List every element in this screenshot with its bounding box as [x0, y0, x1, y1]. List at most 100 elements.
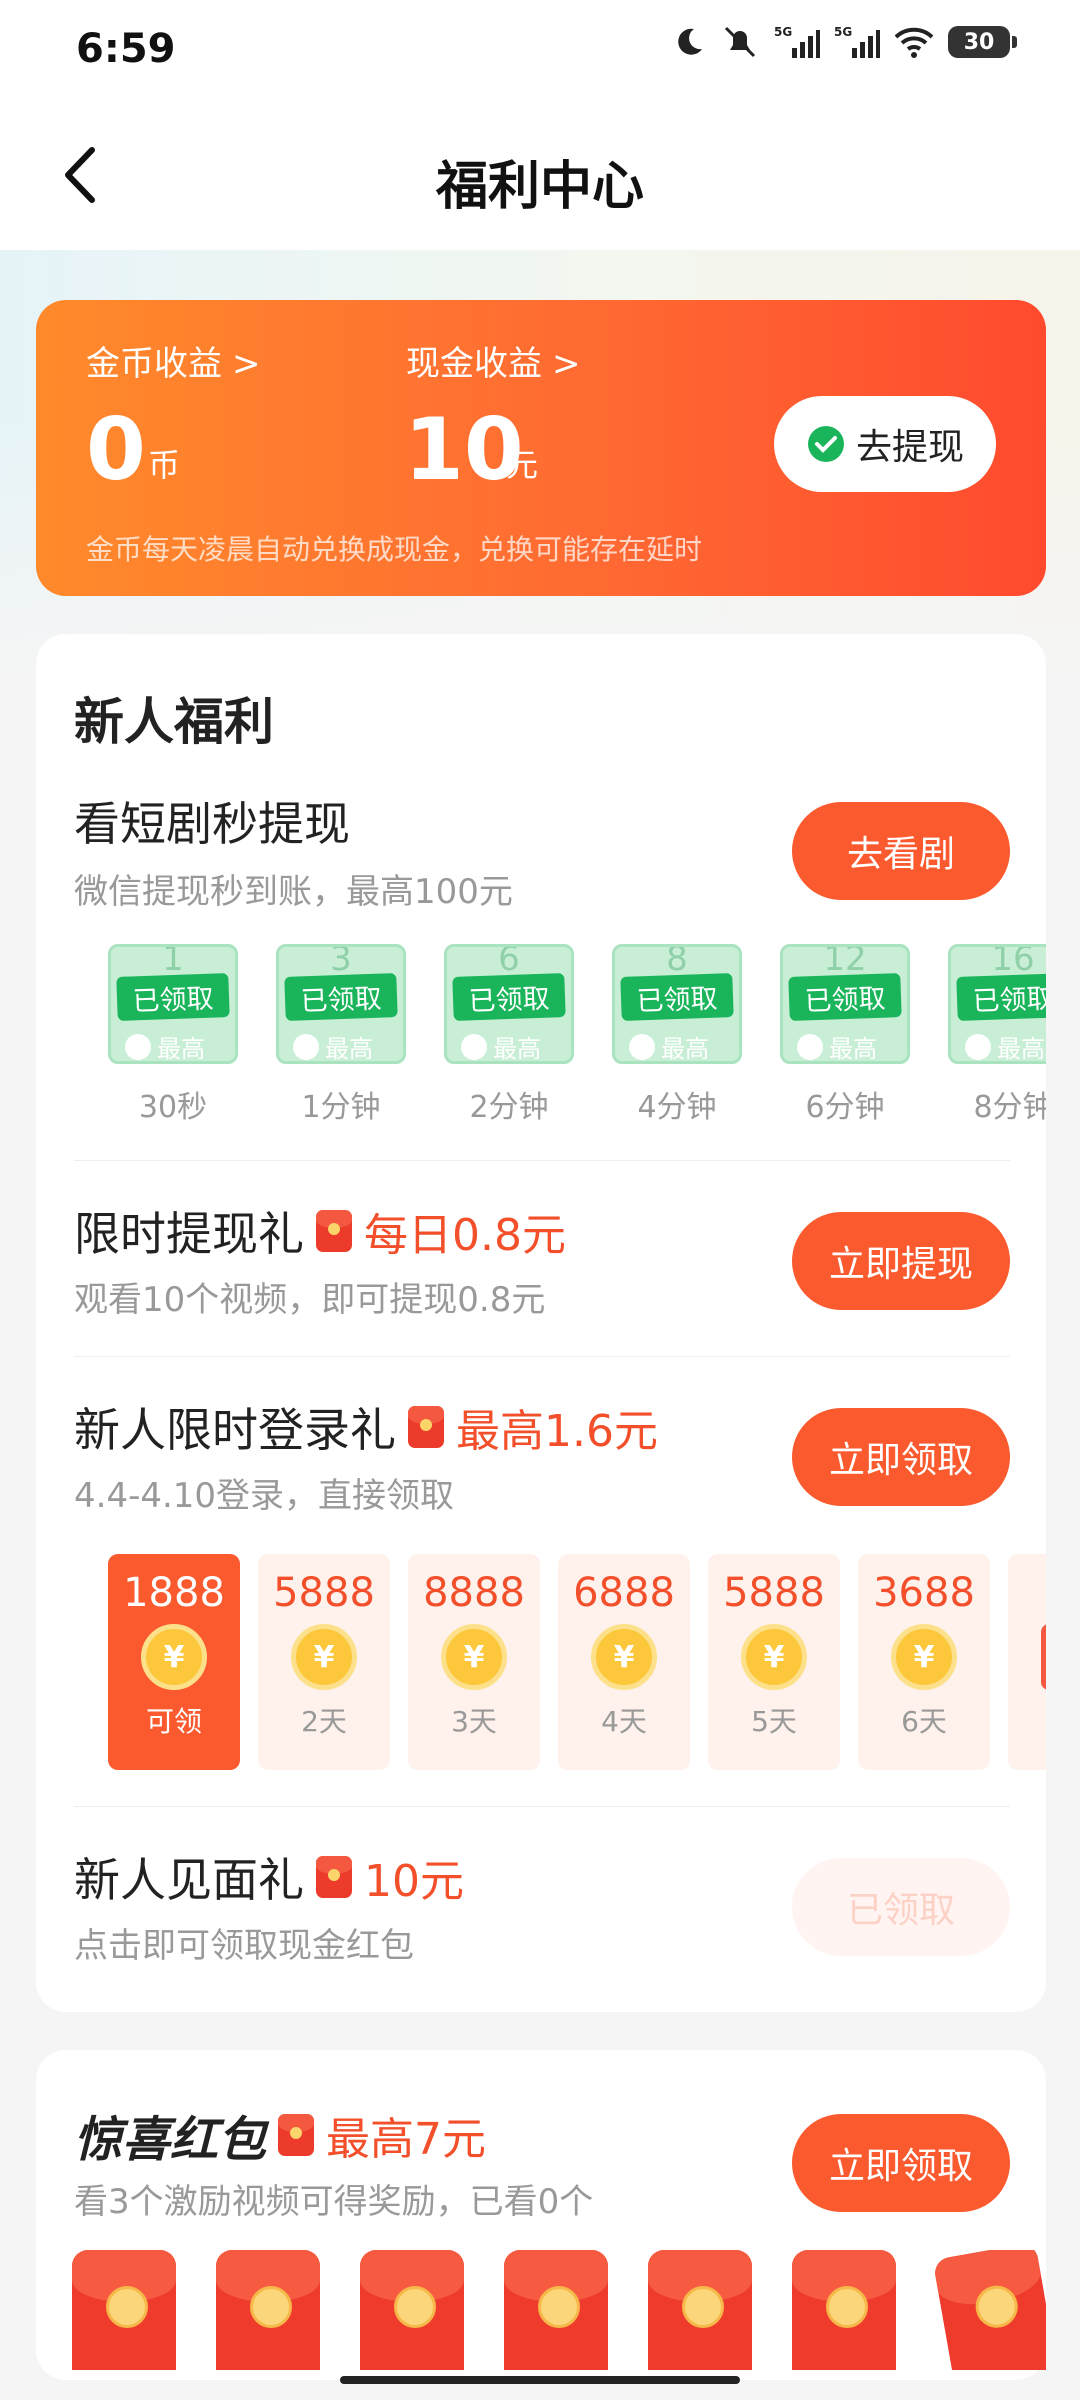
earnings-note: 金币每天凌晨自动兑换成现金，兑换可能存在延时 [86, 533, 703, 566]
limited-title: 限时提现礼 [74, 1207, 304, 1261]
tile-box: 16 最高 已领取 [948, 944, 1046, 1064]
divider [74, 1160, 1010, 1161]
tile-label: 4分钟 [637, 1090, 717, 1125]
divider [74, 1356, 1010, 1357]
claimed-badge: 已领取 [788, 973, 902, 1021]
watch-tile[interactable]: 6 最高 已领取 2分钟 [444, 944, 574, 1126]
red-packet-icon [316, 1210, 352, 1252]
limited-subtitle: 观看10个视频，即可提现0.8元 [74, 1280, 546, 1320]
day-label: 7天 [1008, 1700, 1046, 1740]
red-envelope-icon[interactable] [504, 2250, 608, 2370]
login-day[interactable]: 5888 ¥ 2天 [258, 1554, 390, 1770]
coin-icon: ¥ [591, 1624, 657, 1690]
claimed-badge: 已领取 [116, 973, 230, 1021]
red-packet-icon [316, 1856, 352, 1898]
login-day[interactable]: 8888 ¥ 3天 [408, 1554, 540, 1770]
login-day[interactable]: 3688 ¥ 6天 [858, 1554, 990, 1770]
tile-label: 2分钟 [469, 1090, 549, 1125]
watch-tile[interactable]: 8 最高 已领取 4分钟 [612, 944, 742, 1126]
day-label: 2天 [301, 1705, 347, 1738]
earnings-card: 金币收益 > 0 币 现金收益 > 10 元 去提现 金币每天凌晨自动兑换成现金，兑… [36, 300, 1046, 596]
claimed-badge: 已领取 [284, 973, 398, 1021]
day-label: 可领 [145, 1705, 202, 1738]
cash-earnings-link[interactable]: 现金收益 > [406, 336, 581, 385]
day-label: 3天 [451, 1705, 497, 1738]
tile-max-label: 最高 [997, 1035, 1045, 1063]
limited-amount: 每日0.8元 [364, 1210, 566, 1261]
watch-tile[interactable]: 3 最高 已领取 1分钟 [276, 944, 406, 1126]
day-coins: 3688 [873, 1570, 975, 1616]
page-title: 福利中心 [435, 157, 644, 217]
battery-icon: 30 [948, 26, 1017, 58]
red-envelope-icon[interactable] [72, 2250, 176, 2370]
withdraw-now-button[interactable]: 立即提现 [792, 1212, 1010, 1310]
red-envelope-icon[interactable] [648, 2250, 752, 2370]
wechat-icon [797, 1033, 823, 1060]
claimed-badge: 已领取 [620, 973, 734, 1021]
tile-label: 30秒 [138, 1090, 208, 1125]
login-day[interactable]: 1888 ¥ 可领 [108, 1554, 240, 1770]
status-bar: 6:59 5G 5G 30 [0, 0, 1080, 100]
chevron-right-icon: > [552, 344, 581, 384]
chevron-right-icon: > [232, 344, 261, 384]
login-title: 新人限时登录礼 [74, 1403, 396, 1457]
coin-value: 0 [86, 400, 146, 500]
login-day[interactable]: 6888 ¥ 4天 [558, 1554, 690, 1770]
wifi-icon [894, 27, 934, 58]
tile-max-label: 最高 [661, 1035, 709, 1063]
tile-max: 最高 [461, 1029, 541, 1061]
newbie-card: 新人福利 看短剧秒提现 微信提现秒到账，最高100元 去看剧 1 最高 已领取 … [36, 634, 1046, 2012]
surprise-card: 惊喜红包 最高7元 看3个激励视频可得奖励，已看0个 立即领取 [36, 2050, 1046, 2380]
watch-drama-button[interactable]: 去看剧 [792, 802, 1010, 900]
day-coins: 1888 [123, 1570, 225, 1616]
claim-login-button[interactable]: 立即领取 [792, 1408, 1010, 1506]
status-icons: 5G 5G 30 [672, 24, 1017, 60]
tile-max: 最高 [965, 1029, 1045, 1063]
day-label: 6天 [901, 1705, 947, 1738]
watch-tile[interactable]: 16 最高 已领取 8分钟 [948, 944, 1046, 1126]
login-row-title: 新人限时登录礼 最高1.6元 [74, 1394, 658, 1460]
wechat-icon [965, 1033, 991, 1060]
login-day[interactable]: 0. 7天 [1008, 1554, 1046, 1770]
tile-label: 8分钟 [973, 1090, 1046, 1125]
meet-subtitle: 点击即可领取现金红包 [74, 1926, 414, 1966]
tile-max: 最高 [797, 1029, 877, 1063]
day-label: 5天 [751, 1705, 797, 1738]
coin-icon: ¥ [291, 1624, 357, 1690]
coin-unit: 币 [148, 446, 181, 484]
watch-tile[interactable]: 12 最高 已领取 6分钟 [780, 944, 910, 1126]
watch-tile[interactable]: 1 最高 已领取 30秒 [108, 944, 238, 1126]
tile-max-label: 最高 [157, 1035, 205, 1063]
meet-amount: 10元 [364, 1856, 464, 1907]
coin-icon: ¥ [741, 1624, 807, 1690]
svg-text:5G: 5G [834, 25, 852, 39]
red-envelope-icon[interactable] [792, 2250, 896, 2370]
claimed-button[interactable]: 已领取 [792, 1858, 1010, 1956]
red-packet-icon [1041, 1624, 1046, 1690]
day-label: 4天 [601, 1705, 647, 1738]
red-envelope-icon[interactable] [360, 2250, 464, 2370]
tile-max-label: 最高 [325, 1035, 373, 1063]
claim-surprise-button[interactable]: 立即领取 [792, 2114, 1010, 2212]
login-day[interactable]: 5888 ¥ 5天 [708, 1554, 840, 1770]
tile-max: 最高 [629, 1029, 709, 1063]
coin-earnings-label: 金币收益 [86, 344, 222, 384]
tile-max: 最高 [293, 1029, 373, 1063]
watch-tiles: 1 最高 已领取 30秒 3 最高 已领取 1分钟 6 最高 已领取 2分钟 8… [72, 944, 1046, 1144]
watch-row-title: 看短剧秒提现 [74, 788, 350, 854]
cash-unit: 元 [506, 446, 539, 484]
red-envelope-icon[interactable] [216, 2250, 320, 2370]
tile-max: 最高 [125, 1029, 205, 1063]
coin-earnings-link[interactable]: 金币收益 > [86, 336, 261, 385]
tile-box: 1 最高 已领取 [108, 944, 238, 1064]
withdraw-button[interactable]: 去提现 [774, 396, 996, 492]
tile-box: 3 最高 已领取 [276, 944, 406, 1064]
tile-box: 12 最高 已领取 [780, 944, 910, 1064]
svg-text:5G: 5G [774, 25, 792, 39]
red-packet-icon [278, 2114, 315, 2156]
tile-max-label: 最高 [829, 1035, 877, 1063]
moon-icon [678, 28, 702, 55]
red-envelope-icon[interactable] [932, 2250, 1046, 2370]
home-indicator[interactable] [340, 2376, 740, 2384]
meet-title: 新人见面礼 [74, 1853, 304, 1907]
